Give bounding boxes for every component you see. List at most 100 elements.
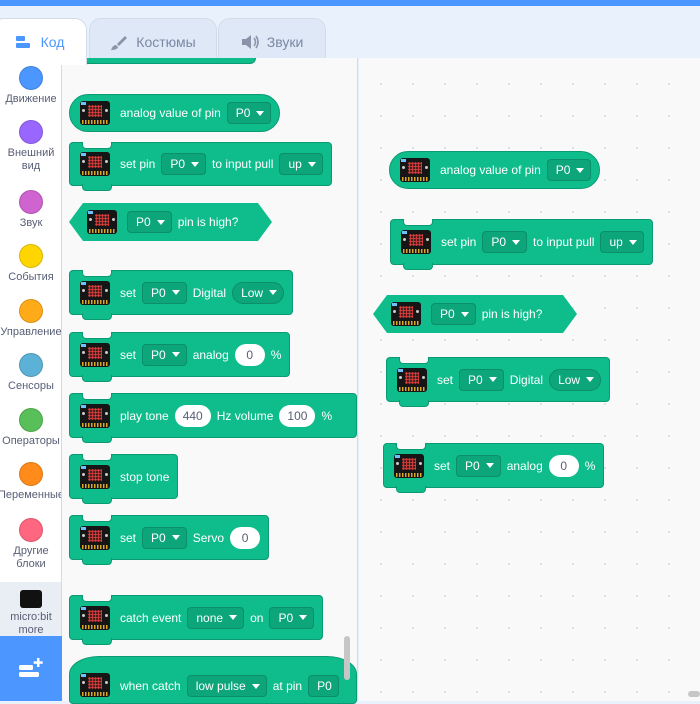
category-looks[interactable]: Внешний вид: [0, 120, 61, 173]
tab-costumes-label: Костюмы: [136, 33, 196, 50]
pin-dropdown[interactable]: P0: [546, 159, 592, 181]
dropdown-value: P0: [440, 307, 455, 321]
category-label: Звук: [19, 217, 43, 229]
block-label: pin is high?: [481, 307, 543, 321]
microbit-icon: [400, 158, 430, 182]
category-my-blocks[interactable]: Другие блоки: [0, 518, 61, 571]
category-events[interactable]: События: [0, 244, 61, 284]
palette-set-pull-block[interactable]: set pin P0 to input pull up: [69, 142, 332, 191]
category-motion[interactable]: Движение: [0, 66, 61, 106]
unit-label: %: [270, 347, 282, 362]
analog-value-input[interactable]: 0: [234, 343, 265, 366]
tab-sounds-label: Звуки: [266, 33, 304, 50]
event-dropdown[interactable]: low pulse: [186, 675, 267, 697]
pin-dropdown[interactable]: P0: [431, 303, 476, 325]
palette-analog-value-block[interactable]: analog value of pin P0: [69, 94, 281, 132]
block-label: stop tone: [120, 469, 170, 484]
workspace-analog-value-block[interactable]: analog value of pin P0: [389, 151, 601, 189]
speaker-icon: [241, 34, 259, 49]
chevron-down-icon: [251, 683, 260, 689]
analog-value-input[interactable]: 0: [548, 454, 579, 477]
microbit-icon: [80, 525, 110, 550]
palette-stop-tone-block[interactable]: stop tone: [69, 454, 179, 504]
block-label: set: [120, 285, 137, 300]
chevron-down-icon: [576, 167, 585, 173]
level-dropdown[interactable]: Low: [549, 368, 602, 391]
dropdown-value: P0: [170, 157, 186, 171]
category-microbit-more[interactable]: micro:bit more: [0, 582, 61, 642]
palette-set-servo-block[interactable]: set P0 Servo 0: [69, 515, 270, 565]
palette-when-catch-block[interactable]: when catch low pulse at pin P0: [69, 656, 357, 704]
volume-input[interactable]: 100: [279, 404, 316, 427]
dropdown-value: P0: [151, 285, 166, 300]
frequency-input[interactable]: 440: [174, 404, 211, 427]
block-label: Hz volume: [216, 408, 274, 423]
dropdown-value: Low: [558, 372, 581, 387]
servo-angle-input[interactable]: 0: [230, 526, 261, 549]
block-label: play tone: [120, 408, 169, 423]
category-control[interactable]: Управление: [0, 299, 61, 339]
category-label: Операторы: [2, 435, 60, 447]
category-dot-icon: [19, 353, 43, 377]
workspace-scrollbar[interactable]: [688, 691, 700, 697]
dropdown-value: low pulse: [195, 679, 246, 693]
pin-dropdown[interactable]: P0: [161, 153, 207, 175]
level-dropdown[interactable]: Low: [232, 281, 285, 304]
category-variables[interactable]: Переменные: [0, 462, 61, 502]
category-dot-icon: [19, 518, 43, 542]
pin-dropdown[interactable]: P0: [142, 281, 187, 304]
category-dot-icon: [19, 120, 43, 144]
dropdown-value: P0: [235, 106, 251, 120]
chevron-down-icon: [488, 377, 497, 382]
palette-catch-event-block[interactable]: catch event none on P0: [69, 595, 324, 645]
block-label: set: [434, 458, 451, 473]
dropdown-value: P0: [136, 215, 151, 229]
pin-dropdown[interactable]: P0: [456, 454, 501, 477]
microbit-icon: [80, 101, 110, 125]
category-operators[interactable]: Операторы: [0, 408, 61, 448]
palette-block-stub[interactable]: [71, 58, 256, 64]
pin-dropdown[interactable]: P0: [226, 102, 272, 124]
category-sound[interactable]: Звук: [0, 190, 61, 230]
chevron-down-icon: [461, 312, 469, 317]
palette-pin-high-block[interactable]: P0 pin is high?: [69, 203, 272, 241]
pin-dropdown[interactable]: P0: [459, 368, 504, 391]
dropdown-value: P0: [151, 530, 166, 545]
workspace-set-pull-block[interactable]: set pin P0 to input pull up: [390, 219, 653, 270]
workspace-pin-high-block[interactable]: P0 pin is high?: [373, 295, 577, 333]
palette-set-digital-block[interactable]: set P0 Digital Low: [69, 270, 294, 320]
pull-dropdown[interactable]: up: [279, 153, 323, 175]
chevron-down-icon: [307, 161, 316, 167]
microbit-icon: [394, 453, 424, 478]
category-label: Другие блоки: [13, 545, 49, 570]
block-label: Digital: [509, 372, 544, 387]
chevron-down-icon: [485, 463, 494, 468]
code-icon: [15, 35, 33, 49]
unit-label: %: [584, 458, 596, 473]
microbit-icon: [80, 605, 110, 630]
palette-scrollbar[interactable]: [344, 636, 350, 680]
category-dot-icon: [19, 244, 43, 268]
pin-dropdown[interactable]: P0: [482, 231, 528, 253]
pin-dropdown[interactable]: P0: [269, 606, 315, 629]
workspace-set-digital-block[interactable]: set P0 Digital Low: [386, 357, 611, 407]
pin-dropdown[interactable]: P0: [127, 211, 172, 233]
palette-play-tone-block[interactable]: play tone 440 Hz volume 100 %: [69, 393, 357, 443]
block-label: set pin: [441, 235, 477, 249]
pull-dropdown[interactable]: up: [600, 231, 644, 253]
chevron-down-icon: [256, 110, 265, 116]
event-dropdown[interactable]: none: [187, 606, 245, 629]
pin-dropdown[interactable]: P0: [142, 343, 187, 366]
palette-set-analog-block[interactable]: set P0 analog 0 %: [69, 332, 291, 382]
workspace-set-analog-block[interactable]: set P0 analog 0 %: [383, 443, 605, 493]
microbit-icon: [80, 342, 110, 367]
pin-dropdown[interactable]: P0: [142, 526, 187, 549]
dropdown-value: none: [196, 610, 224, 625]
pin-dropdown[interactable]: P0: [308, 675, 339, 697]
category-label: События: [8, 271, 54, 283]
add-extension-button[interactable]: [0, 636, 62, 701]
category-sensing[interactable]: Сенсоры: [0, 353, 61, 393]
chevron-down-icon: [191, 161, 200, 167]
dropdown-value: up: [288, 157, 302, 171]
tab-code[interactable]: Код: [0, 18, 87, 65]
